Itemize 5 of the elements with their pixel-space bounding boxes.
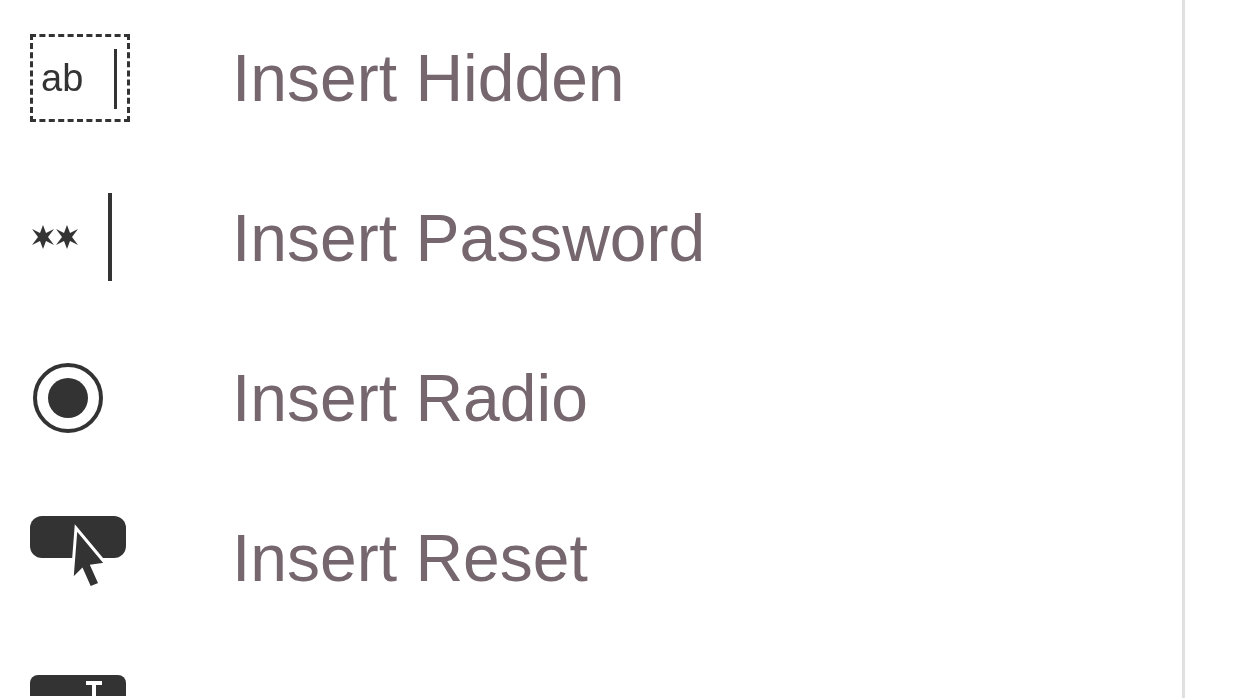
menu-item[interactable]: Insert Radio xyxy=(0,318,1182,478)
menu-item[interactable]: Insert Password xyxy=(0,158,1182,318)
menu-item[interactable]: ab Insert Hidden xyxy=(0,0,1182,158)
icon-letters: ab xyxy=(41,59,84,97)
menu-item[interactable]: Insert Reset xyxy=(0,478,1182,638)
